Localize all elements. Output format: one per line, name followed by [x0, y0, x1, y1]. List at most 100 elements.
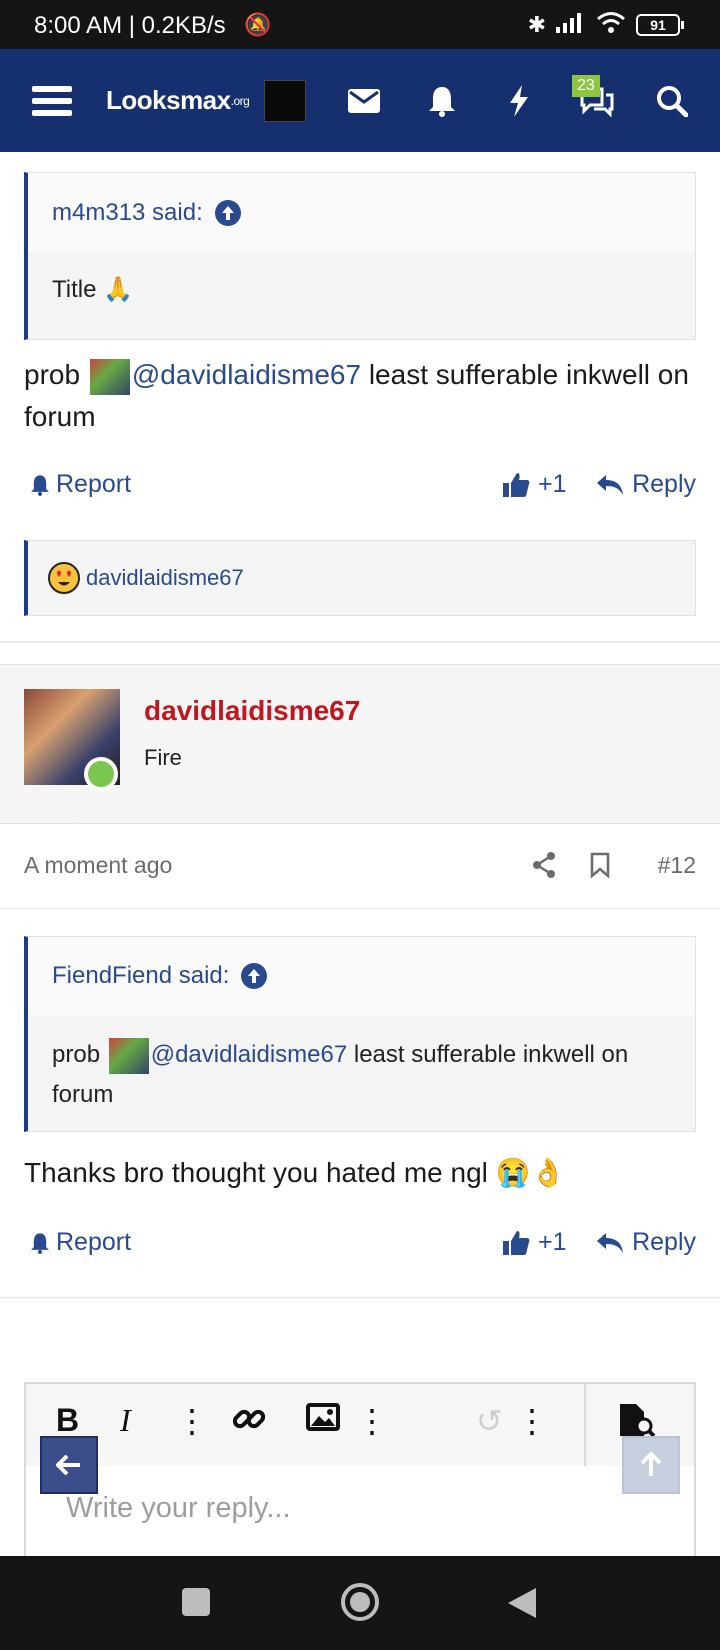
bookmark-icon — [590, 852, 610, 879]
quote-text-before: prob — [52, 1041, 101, 1068]
home-button[interactable] — [340, 1582, 380, 1627]
post-text-before: prob — [24, 359, 81, 390]
envelope-icon — [348, 88, 380, 113]
reply-label: Reply — [632, 1228, 696, 1256]
arrow-left-icon — [56, 1454, 80, 1476]
online-indicator — [84, 757, 118, 791]
status-time: 8:00 AM | 0.2KB/s — [34, 12, 226, 39]
scroll-top-button[interactable] — [622, 1436, 680, 1494]
post-actions: Report +1 Reply — [24, 1228, 696, 1268]
system-nav-bar — [0, 1556, 720, 1650]
status-icons: ✱ 91 — [527, 10, 684, 39]
reply-button[interactable]: Reply — [596, 1228, 696, 1257]
battery-icon: 91 — [636, 13, 684, 36]
quote-header[interactable]: FiendFiend said: — [28, 937, 695, 1015]
bold-button[interactable]: B — [56, 1402, 79, 1439]
post-message: prob @davidlaidisme67 least sufferable i… — [24, 354, 704, 438]
thumbs-up-icon — [503, 1230, 530, 1255]
site-logo[interactable]: Looksmax .org — [106, 49, 250, 152]
mention-avatar — [89, 358, 130, 395]
link-button[interactable] — [232, 1402, 266, 1444]
mention-avatar — [108, 1037, 149, 1074]
back-system-button[interactable] — [508, 1588, 536, 1623]
meta-divider — [0, 908, 720, 909]
search-icon — [657, 85, 688, 117]
arrow-up-icon — [640, 1452, 662, 1476]
square-icon — [182, 1588, 210, 1616]
report-button[interactable]: Report — [30, 470, 131, 499]
logo-suffix: .org — [230, 93, 250, 108]
search-button[interactable] — [656, 49, 688, 152]
quote-block: FiendFiend said: prob @davidlaidisme67 l… — [24, 936, 696, 1132]
logo-text: Looksmax — [106, 85, 231, 115]
mute-icon: 🔕 — [244, 12, 272, 37]
inbox-button[interactable] — [348, 49, 380, 152]
mention-link[interactable]: @davidlaidisme67 — [132, 359, 361, 390]
report-button[interactable]: Report — [30, 1228, 131, 1257]
bell-icon — [31, 1232, 49, 1254]
avatar — [264, 79, 306, 122]
reply-input[interactable]: Write your reply... — [26, 1466, 694, 1562]
report-label: Report — [56, 1228, 132, 1256]
circle-icon — [341, 1583, 379, 1621]
triangle-back-icon — [508, 1588, 536, 1618]
image-icon — [306, 1403, 340, 1431]
quote-text: Title 🙏 — [52, 276, 133, 303]
reply-arrow-icon — [597, 1232, 624, 1253]
italic-button[interactable]: I — [120, 1402, 131, 1439]
reply-placeholder: Write your reply... — [66, 1492, 291, 1524]
post-user-block: davidlaidisme67 Fire — [0, 664, 720, 845]
bell-icon — [429, 86, 455, 117]
user-avatar-nav[interactable] — [264, 49, 306, 152]
like-button[interactable]: +1 — [502, 1228, 567, 1257]
reply-label: Reply — [632, 470, 696, 498]
bookmark-button[interactable] — [590, 852, 610, 884]
bell-icon — [31, 474, 49, 496]
whats-new-button[interactable] — [508, 49, 530, 152]
reply-arrow-icon — [597, 474, 624, 495]
reply-button[interactable]: Reply — [596, 470, 696, 499]
reaction-user[interactable]: davidlaidisme67 — [86, 565, 244, 591]
post-meta: A moment ago #12 — [24, 852, 696, 892]
back-button[interactable] — [40, 1436, 98, 1494]
heart-eyes-icon — [48, 562, 80, 594]
share-icon — [533, 852, 555, 878]
mention-link[interactable]: @davidlaidisme67 — [151, 1041, 347, 1068]
user-title: Fire — [144, 745, 182, 770]
undo-button[interactable]: ↺ — [476, 1402, 503, 1440]
username[interactable]: davidlaidisme67 — [144, 695, 360, 727]
report-label: Report — [56, 470, 132, 498]
conversations-button[interactable] — [578, 49, 616, 152]
post-divider — [0, 1297, 720, 1298]
jump-to-quote-icon[interactable] — [214, 200, 241, 226]
bluetooth-icon: ✱ — [527, 11, 546, 37]
quote-header[interactable]: m4m313 said: — [28, 173, 695, 253]
post-time[interactable]: A moment ago — [24, 852, 172, 878]
more-options-button[interactable]: ⋮ — [516, 1402, 548, 1440]
share-button[interactable] — [532, 852, 556, 884]
jump-to-quote-icon[interactable] — [241, 963, 268, 989]
menu-button[interactable] — [30, 49, 74, 152]
alerts-button[interactable] — [428, 49, 456, 152]
quote-block: m4m313 said: Title 🙏 — [24, 172, 696, 340]
signal-icon — [556, 11, 586, 38]
more-insert-options-button[interactable]: ⋮ — [356, 1402, 388, 1440]
image-button[interactable] — [306, 1402, 340, 1439]
quote-author[interactable]: FiendFiend said: — [52, 962, 229, 990]
like-button[interactable]: +1 — [502, 470, 567, 499]
editor-toolbar: B I ⋮ ⋮ ↺ ⋮ — [26, 1384, 694, 1466]
document-search-icon — [620, 1404, 656, 1438]
quote-author[interactable]: m4m313 said: — [52, 199, 203, 227]
more-text-options-button[interactable]: ⋮ — [176, 1402, 208, 1440]
notification-badge: 23 — [572, 75, 600, 97]
top-nav: Looksmax .org 23 — [0, 49, 720, 152]
post-message: Thanks bro thought you hated me ngl 😭👌 — [24, 1157, 566, 1188]
speech-pointer — [52, 823, 96, 845]
recents-button[interactable] — [182, 1588, 210, 1621]
reply-editor: B I ⋮ ⋮ ↺ ⋮ Write your reply... — [24, 1382, 696, 1562]
reactions-bar[interactable]: davidlaidisme67 — [24, 540, 696, 616]
post-actions: Report +1 Reply — [24, 470, 696, 510]
wifi-icon — [596, 10, 626, 39]
lightning-icon — [510, 84, 528, 117]
post-number[interactable]: #12 — [658, 852, 696, 879]
